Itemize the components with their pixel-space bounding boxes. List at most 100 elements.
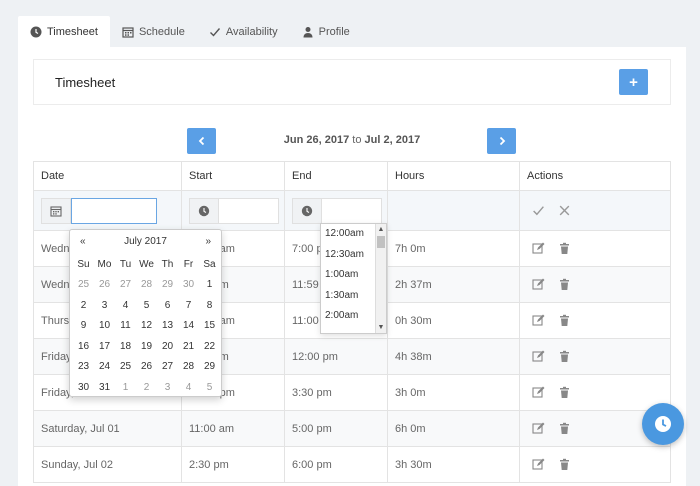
confirm-icon[interactable] — [531, 204, 545, 218]
calendar-day[interactable]: 14 — [178, 316, 199, 337]
weekday-label: Sa — [203, 258, 216, 270]
calendar-day[interactable]: 1 — [199, 275, 220, 296]
scroll-up-arrow-icon[interactable]: ▲ — [376, 224, 386, 235]
datepicker-month-title[interactable]: July 2017 — [70, 236, 221, 247]
calendar-day[interactable]: 27 — [115, 275, 136, 296]
panel-header: Timesheet + — [33, 59, 671, 105]
cell-end: 5:00 pm — [284, 411, 387, 446]
calendar-day[interactable]: 25 — [73, 275, 94, 296]
clock-icon — [655, 416, 671, 432]
previous-week-button[interactable] — [187, 128, 216, 154]
edit-icon[interactable] — [531, 242, 545, 256]
calendar-day[interactable]: 29 — [199, 357, 220, 378]
calendar-day[interactable]: 31 — [94, 377, 115, 398]
add-entry-button[interactable]: + — [619, 69, 648, 95]
calendar-day[interactable]: 29 — [157, 275, 178, 296]
calendar-day[interactable]: 4 — [115, 295, 136, 316]
cell-end: 12:00 pm — [284, 339, 387, 374]
edit-icon[interactable] — [531, 458, 545, 472]
calendar-day[interactable]: 5 — [199, 377, 220, 398]
edit-icon[interactable] — [531, 278, 545, 292]
calendar-day[interactable]: 15 — [199, 316, 220, 337]
calendar-icon[interactable] — [41, 197, 71, 224]
calendar-day[interactable]: 10 — [94, 316, 115, 337]
column-header-end: End — [284, 162, 387, 190]
start-input-cell — [181, 191, 284, 230]
scroll-down-arrow-icon[interactable]: ▼ — [376, 322, 386, 333]
edit-icon[interactable] — [531, 314, 545, 328]
calendar-day[interactable]: 5 — [136, 295, 157, 316]
calendar-day[interactable]: 17 — [94, 336, 115, 357]
cell-actions — [519, 267, 671, 302]
calendar-day[interactable]: 30 — [178, 275, 199, 296]
calendar-day[interactable]: 20 — [157, 336, 178, 357]
calendar-day[interactable]: 18 — [115, 336, 136, 357]
scroll-thumb[interactable] — [377, 236, 385, 248]
trash-icon[interactable] — [557, 350, 571, 364]
clock-icon[interactable] — [189, 197, 219, 224]
clock-in-button[interactable] — [642, 403, 684, 445]
calendar-day[interactable]: 26 — [94, 275, 115, 296]
calendar-day[interactable]: 1 — [115, 377, 136, 398]
datepicker-next-button[interactable]: » — [205, 236, 211, 247]
calendar-day[interactable]: 25 — [115, 357, 136, 378]
calendar-day[interactable]: 9 — [73, 316, 94, 337]
end-time-input[interactable] — [322, 197, 382, 224]
calendar-day[interactable]: 28 — [136, 275, 157, 296]
calendar-day[interactable]: 22 — [199, 336, 220, 357]
trash-icon[interactable] — [557, 242, 571, 256]
calendar-day[interactable]: 27 — [157, 357, 178, 378]
calendar-day[interactable]: 16 — [73, 336, 94, 357]
tab-availability[interactable]: Availability — [197, 16, 290, 47]
tab-timesheet[interactable]: Timesheet — [18, 16, 110, 47]
trash-icon[interactable] — [557, 386, 571, 400]
date-input-cell — [33, 191, 181, 230]
tab-schedule[interactable]: Schedule — [110, 16, 197, 47]
calendar-day[interactable]: 21 — [178, 336, 199, 357]
calendar-day[interactable]: 7 — [178, 295, 199, 316]
cell-hours: 7h 0m — [387, 231, 519, 266]
trash-icon[interactable] — [557, 458, 571, 472]
table-header-row: Date Start End Hours Actions — [33, 162, 671, 191]
tab-label: Profile — [318, 25, 350, 38]
calendar-day[interactable]: 3 — [157, 377, 178, 398]
weekday-label: Su — [77, 258, 90, 270]
calendar-day[interactable]: 28 — [178, 357, 199, 378]
tab-label: Availability — [225, 25, 278, 38]
range-end: Jul 2, 2017 — [364, 134, 421, 146]
calendar-day[interactable]: 13 — [157, 316, 178, 337]
calendar-day[interactable]: 19 — [136, 336, 157, 357]
calendar-day[interactable]: 6 — [157, 295, 178, 316]
cell-hours: 3h 30m — [387, 447, 519, 482]
trash-icon[interactable] — [557, 422, 571, 436]
edit-icon[interactable] — [531, 350, 545, 364]
next-week-button[interactable] — [487, 128, 516, 154]
cancel-icon[interactable] — [557, 204, 571, 218]
calendar-day[interactable]: 2 — [136, 377, 157, 398]
calendar-day[interactable]: 30 — [73, 377, 94, 398]
column-header-start: Start — [181, 162, 284, 190]
calendar-day[interactable]: 2 — [73, 295, 94, 316]
start-time-input[interactable] — [219, 197, 279, 224]
edit-icon[interactable] — [531, 386, 545, 400]
calendar-day[interactable]: 12 — [136, 316, 157, 337]
calendar-day[interactable]: 8 — [199, 295, 220, 316]
cell-actions — [519, 339, 671, 374]
trash-icon[interactable] — [557, 314, 571, 328]
clock-icon[interactable] — [292, 197, 322, 224]
tab-profile[interactable]: Profile — [290, 16, 362, 47]
dropdown-scrollbar[interactable]: ▲ ▼ — [375, 224, 386, 333]
calendar-day[interactable]: 23 — [73, 357, 94, 378]
calendar-day[interactable]: 3 — [94, 295, 115, 316]
range-separator: to — [352, 134, 362, 146]
actions-cell — [519, 191, 671, 230]
weekday-label: Th — [161, 258, 174, 270]
cell-end: 6:00 pm — [284, 447, 387, 482]
calendar-day[interactable]: 4 — [178, 377, 199, 398]
edit-icon[interactable] — [531, 422, 545, 436]
calendar-day[interactable]: 11 — [115, 316, 136, 337]
calendar-day[interactable]: 26 — [136, 357, 157, 378]
date-input[interactable] — [71, 197, 157, 224]
calendar-day[interactable]: 24 — [94, 357, 115, 378]
trash-icon[interactable] — [557, 278, 571, 292]
